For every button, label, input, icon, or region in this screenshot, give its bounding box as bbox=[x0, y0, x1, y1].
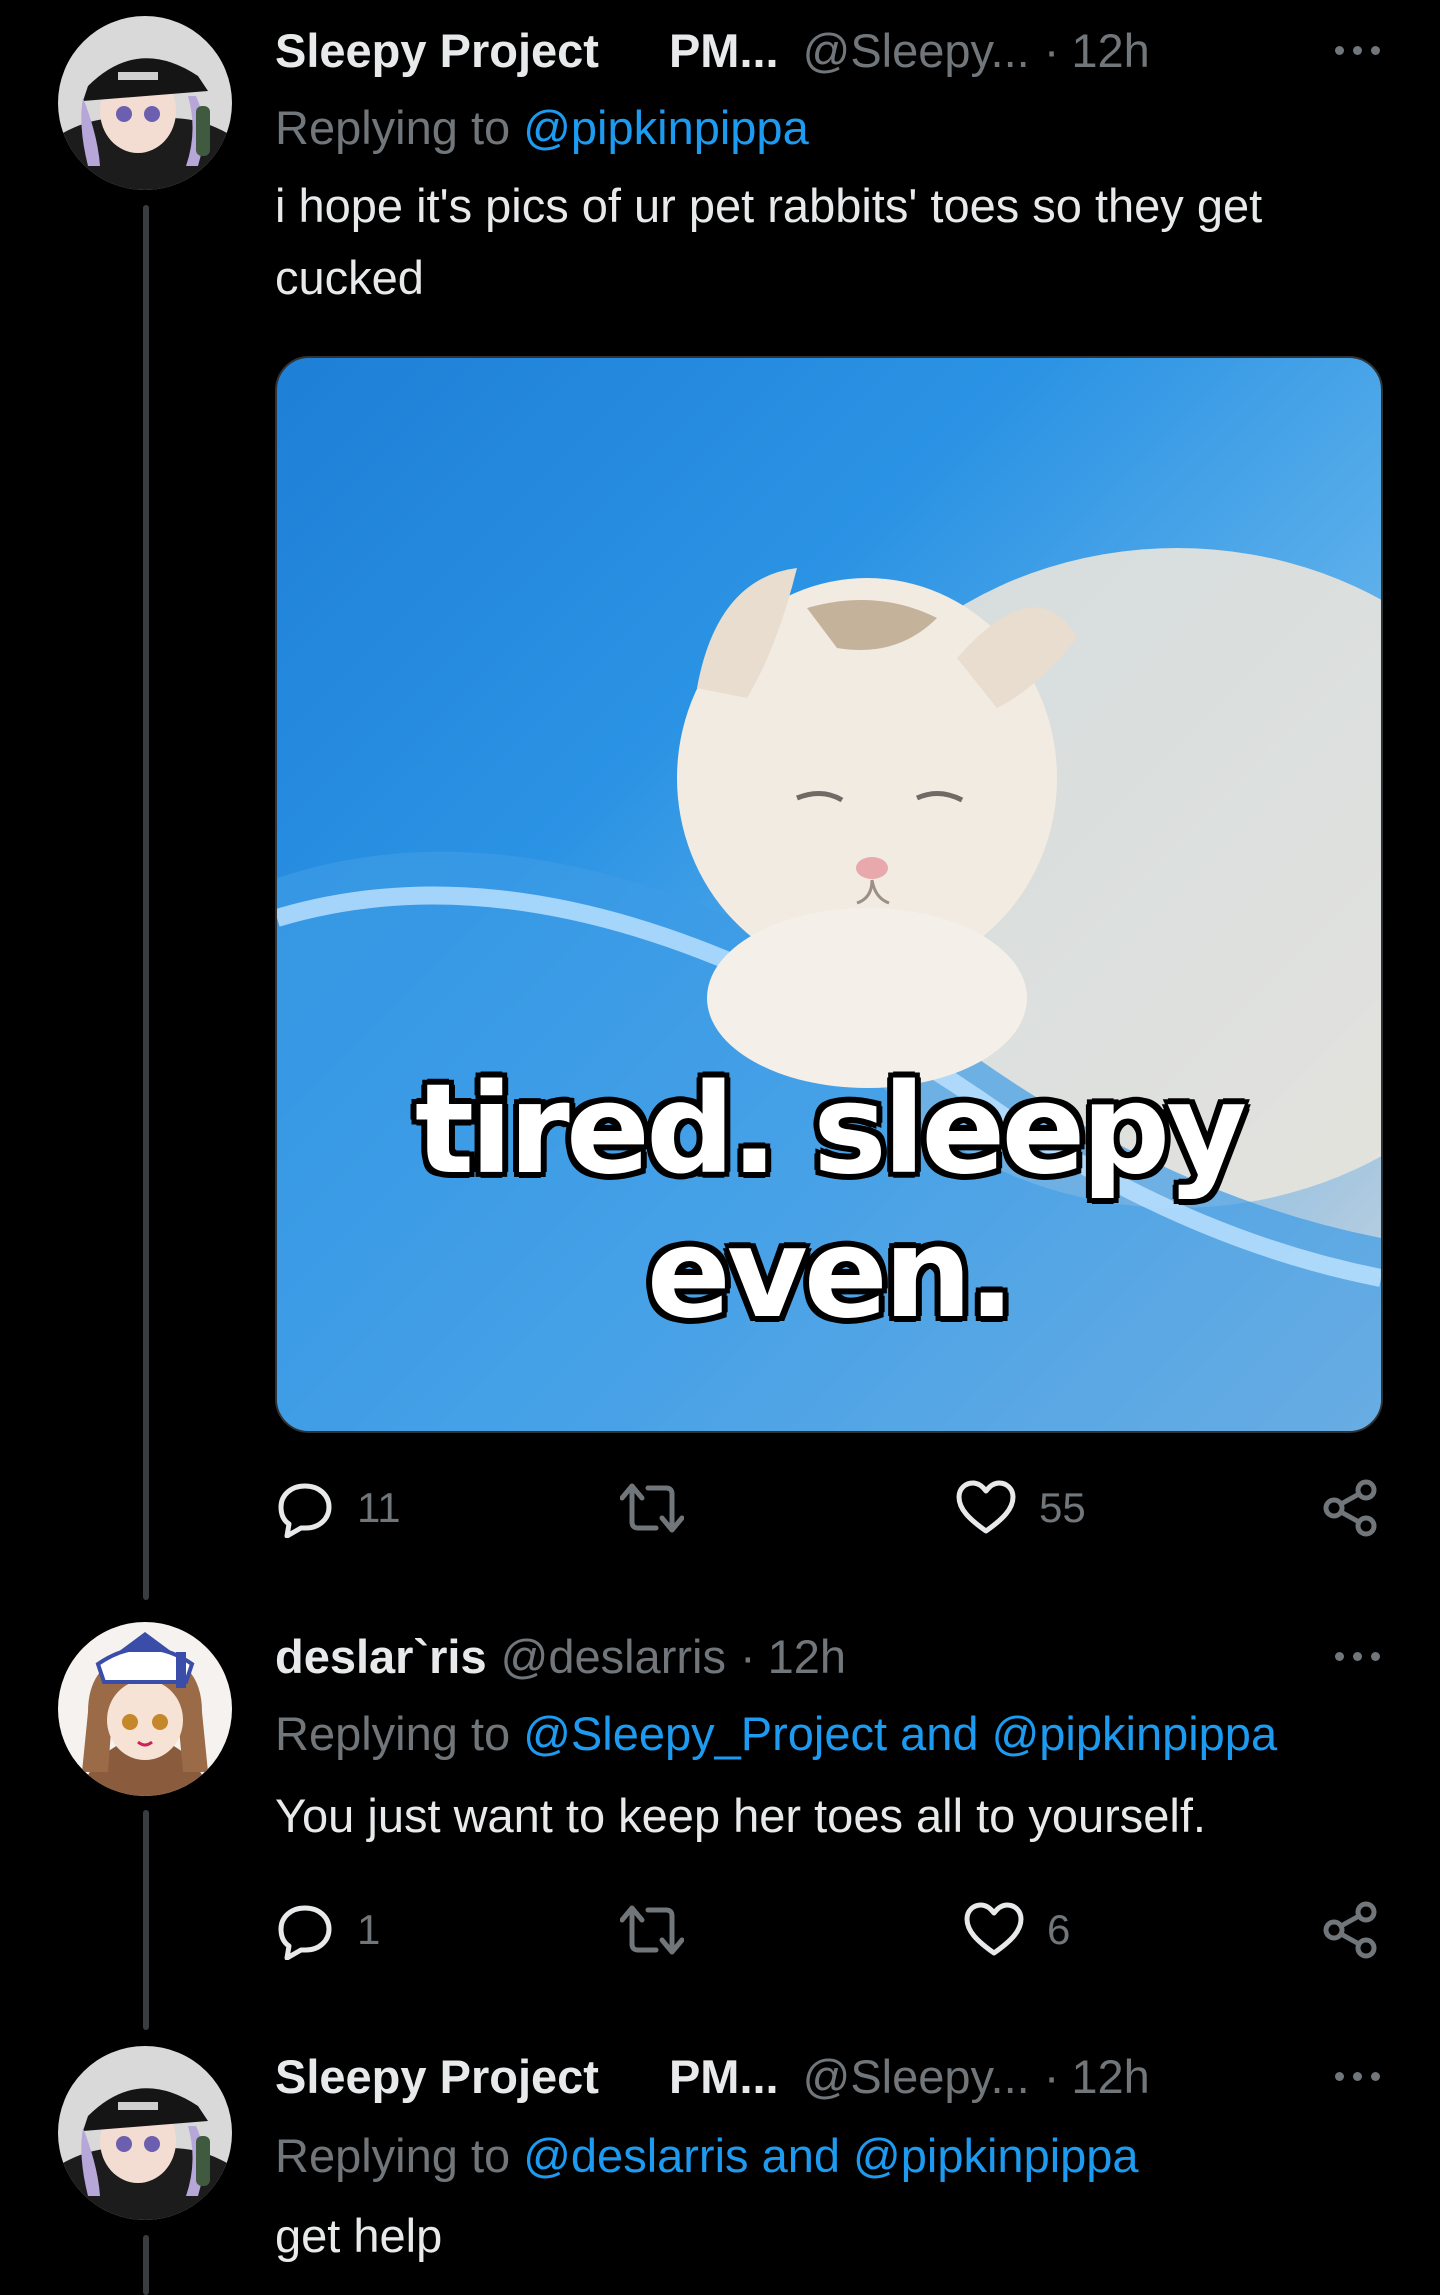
retweet-icon bbox=[620, 1905, 684, 1955]
tweet-header: Sleepy Project PM... @Sleepy... · 12h bbox=[275, 20, 1380, 80]
org-label[interactable]: PM... bbox=[669, 23, 779, 78]
share-icon bbox=[1323, 1901, 1377, 1959]
replying-to: Replying to @pipkinpippa bbox=[275, 100, 809, 155]
avatar-image bbox=[58, 2046, 232, 2220]
reply-count: 11 bbox=[357, 1484, 401, 1531]
reply-mention-link[interactable]: @Sleepy_Project and @pipkinpippa bbox=[523, 1707, 1277, 1760]
reply-icon bbox=[278, 1483, 332, 1538]
crescent-moon-icon bbox=[607, 24, 659, 76]
avatar[interactable] bbox=[58, 16, 232, 190]
user-handle[interactable]: @Sleepy... bbox=[803, 23, 1030, 78]
display-name[interactable]: deslar`ris bbox=[275, 1629, 487, 1684]
media-caption: tired. sleepy even. bbox=[414, 1058, 1247, 1346]
thread-line bbox=[143, 205, 149, 1600]
heart-icon bbox=[964, 1902, 1024, 1956]
crescent-moon-icon bbox=[607, 2050, 659, 2102]
display-name[interactable]: Sleepy Project bbox=[275, 23, 599, 78]
replying-to-label: Replying to bbox=[275, 1707, 524, 1760]
replying-to: Replying to @Sleepy_Project and @pipkinp… bbox=[275, 1706, 1277, 1761]
tweet-actions: 1 6 bbox=[275, 1895, 1385, 1965]
avatar-image bbox=[58, 1622, 232, 1796]
display-name[interactable]: Sleepy Project bbox=[275, 2049, 599, 2104]
avatar[interactable] bbox=[58, 2046, 232, 2220]
timestamp[interactable]: 12h bbox=[1071, 2049, 1149, 2104]
tweet-header: Sleepy Project PM... @Sleepy... · 12h bbox=[275, 2046, 1380, 2106]
more-icon[interactable] bbox=[1335, 2046, 1380, 2106]
tweet-text: i hope it's pics of ur pet rabbits' toes… bbox=[275, 179, 1263, 304]
like-count: 6 bbox=[1047, 1906, 1071, 1953]
avatar[interactable] bbox=[58, 1622, 232, 1796]
heart-icon bbox=[956, 1480, 1016, 1534]
tweet-text: get help bbox=[275, 2209, 443, 2262]
tweet-3[interactable]: Sleepy Project PM... @Sleepy... · 12h Re… bbox=[0, 2030, 1440, 2295]
tweet-2[interactable]: deslar`ris @deslarris · 12h Replying to … bbox=[0, 1600, 1440, 2030]
reply-mention-link[interactable]: @pipkinpippa bbox=[523, 101, 809, 154]
org-label[interactable]: PM... bbox=[669, 2049, 779, 2104]
share-button[interactable] bbox=[1320, 1473, 1380, 1543]
retweet-button[interactable] bbox=[620, 1473, 706, 1543]
tweet-1[interactable]: Sleepy Project PM... @Sleepy... · 12h Re… bbox=[0, 0, 1440, 1600]
like-button[interactable]: 6 bbox=[963, 1895, 1070, 1965]
timestamp[interactable]: 12h bbox=[768, 1629, 846, 1684]
thread-line bbox=[143, 1810, 149, 2030]
tweet-header: deslar`ris @deslarris · 12h bbox=[275, 1626, 1380, 1686]
replying-to: Replying to @deslarris and @pipkinpippa bbox=[275, 2128, 1139, 2183]
user-handle[interactable]: @Sleepy... bbox=[803, 2049, 1030, 2104]
separator-dot: · bbox=[739, 1629, 756, 1683]
reply-button[interactable]: 11 bbox=[275, 1473, 401, 1543]
like-button[interactable]: 55 bbox=[955, 1473, 1086, 1543]
tweet-media[interactable]: tired. sleepy even. bbox=[275, 356, 1383, 1433]
tweet-actions: 11 55 bbox=[275, 1473, 1385, 1543]
separator-dot: · bbox=[1043, 2049, 1060, 2103]
replying-to-label: Replying to bbox=[275, 2129, 524, 2182]
reply-button[interactable]: 1 bbox=[275, 1895, 380, 1965]
retweet-icon bbox=[620, 1483, 684, 1533]
share-icon bbox=[1323, 1479, 1377, 1537]
like-count: 55 bbox=[1039, 1484, 1086, 1531]
avatar-image bbox=[58, 16, 232, 190]
tweet-text: You just want to keep her toes all to yo… bbox=[275, 1789, 1206, 1842]
more-icon[interactable] bbox=[1335, 20, 1380, 80]
more-icon[interactable] bbox=[1335, 1626, 1380, 1686]
replying-to-label: Replying to bbox=[275, 101, 524, 154]
separator-dot: · bbox=[1043, 23, 1060, 77]
reply-count: 1 bbox=[357, 1906, 381, 1953]
timestamp[interactable]: 12h bbox=[1071, 23, 1149, 78]
thread-line bbox=[143, 2235, 149, 2295]
reply-mention-link[interactable]: @deslarris and @pipkinpippa bbox=[523, 2129, 1138, 2182]
reply-icon bbox=[278, 1905, 332, 1960]
share-button[interactable] bbox=[1320, 1895, 1380, 1965]
user-handle[interactable]: @deslarris bbox=[501, 1629, 726, 1684]
retweet-button[interactable] bbox=[620, 1895, 706, 1965]
